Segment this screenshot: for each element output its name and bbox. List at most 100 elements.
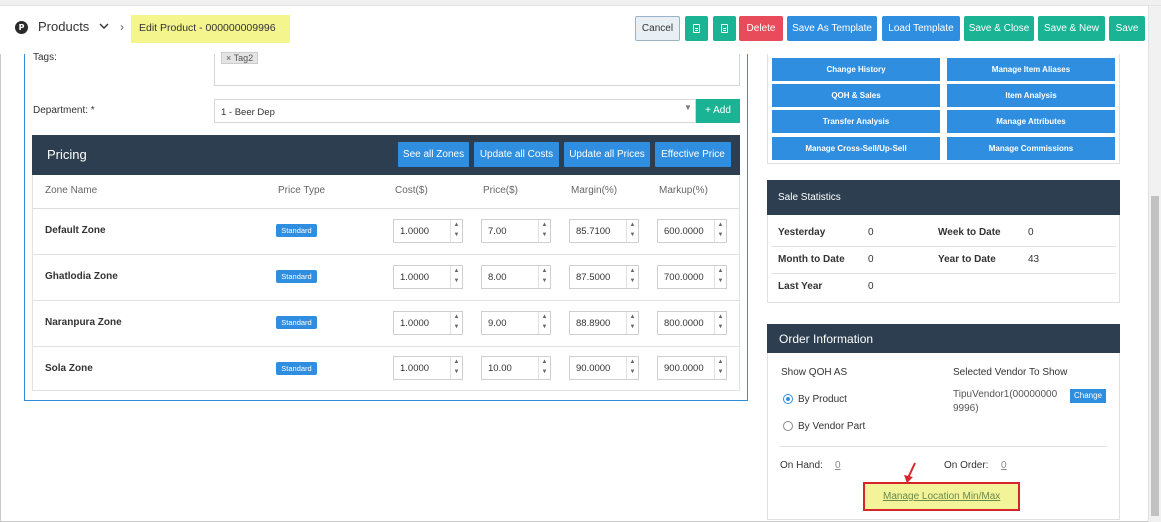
chevron-down-icon[interactable] — [99, 21, 109, 33]
pricing-title: Pricing — [47, 147, 87, 162]
by-product-radio[interactable] — [783, 394, 793, 404]
margin-input[interactable]: 90.0000 ▲ ▼ — [569, 356, 639, 380]
document-button[interactable] — [713, 16, 736, 41]
sale-statistics-title: Sale Statistics — [778, 192, 841, 203]
markup-value: 600.0000 — [664, 226, 704, 237]
price-input[interactable]: 9.00 ▲ ▼ — [481, 311, 551, 335]
divider — [779, 446, 1107, 447]
module-title[interactable]: Products — [38, 19, 89, 34]
order-information-title: Order Information — [779, 332, 874, 346]
yesterday-label: Yesterday — [778, 227, 826, 238]
document-icon — [693, 24, 700, 33]
department-select[interactable] — [214, 99, 696, 123]
spinner-icon[interactable]: ▲ ▼ — [450, 220, 462, 242]
scrollbar-thumb[interactable] — [1151, 196, 1159, 516]
spinner-icon[interactable]: ▲ ▼ — [714, 357, 726, 379]
vendor-name-line2: 9996) — [953, 403, 979, 414]
margin-input[interactable]: 88.8900 ▲ ▼ — [569, 311, 639, 335]
manage-location-min-max-link[interactable]: Manage Location Min/Max — [883, 491, 1000, 502]
markup-input[interactable]: 600.0000 ▲ ▼ — [657, 219, 727, 243]
manage-item-aliases-button[interactable]: Manage Item Aliases — [947, 58, 1115, 81]
cost-input[interactable]: 1.0000 ▲ ▼ — [393, 219, 463, 243]
price-type-badge: Standard — [276, 362, 317, 375]
save-button[interactable]: Save — [1109, 16, 1145, 41]
yesterday-value: 0 — [868, 227, 874, 238]
caret-down-icon[interactable]: ▼ — [684, 103, 692, 112]
spinner-icon[interactable]: ▲ ▼ — [538, 220, 550, 242]
by-vendor-part-label: By Vendor Part — [798, 421, 866, 432]
update-all-prices-button[interactable]: Update all Prices — [564, 142, 650, 167]
cost-value: 1.0000 — [400, 363, 430, 374]
see-all-zones-button[interactable]: See all Zones — [398, 142, 469, 167]
selected-vendor-label: Selected Vendor To Show — [953, 367, 1068, 378]
spinner-icon[interactable]: ▲ ▼ — [538, 312, 550, 334]
cost-value: 1.0000 — [400, 226, 430, 237]
spinner-icon[interactable]: ▲ ▼ — [450, 266, 462, 288]
item-analysis-button[interactable]: Item Analysis — [947, 84, 1115, 107]
cost-value: 1.0000 — [400, 272, 430, 283]
price-value: 10.00 — [488, 363, 512, 374]
save-as-template-button[interactable]: Save As Template — [787, 16, 877, 41]
spinner-icon[interactable]: ▲ ▼ — [538, 357, 550, 379]
spinner-icon[interactable]: ▲ ▼ — [714, 266, 726, 288]
pricing-table-header — [32, 175, 740, 209]
save-close-button[interactable]: Save & Close — [964, 16, 1034, 41]
spinner-icon[interactable]: ▲ ▼ — [626, 357, 638, 379]
cost-input[interactable]: 1.0000 ▲ ▼ — [393, 265, 463, 289]
qoh-sales-button[interactable]: QOH & Sales — [772, 84, 940, 107]
markup-value: 700.0000 — [664, 272, 704, 283]
manage-cross-sell-button[interactable]: Manage Cross-Sell/Up-Sell — [772, 137, 940, 160]
change-history-button[interactable]: Change History — [772, 58, 940, 81]
on-hand-label: On Hand: — [780, 460, 823, 471]
effective-price-button[interactable]: Effective Price — [655, 142, 731, 167]
cost-input[interactable]: 1.0000 ▲ ▼ — [393, 311, 463, 335]
on-order-link[interactable]: 0 — [1001, 460, 1007, 471]
spinner-icon[interactable]: ▲ ▼ — [626, 266, 638, 288]
by-vendor-part-radio[interactable] — [783, 421, 793, 431]
col-cost: Cost($) — [395, 185, 428, 196]
document-icon — [721, 24, 728, 33]
delete-button[interactable]: Delete — [739, 16, 783, 41]
add-department-button[interactable]: + Add — [696, 99, 740, 123]
year-to-date-value: 43 — [1028, 254, 1040, 265]
markup-input[interactable]: 800.0000 ▲ ▼ — [657, 311, 727, 335]
price-value: 8.00 — [488, 272, 507, 283]
on-hand-link[interactable]: 0 — [835, 460, 841, 471]
margin-input[interactable]: 85.7100 ▲ ▼ — [569, 219, 639, 243]
spinner-icon[interactable]: ▲ ▼ — [626, 312, 638, 334]
price-input[interactable]: 7.00 ▲ ▼ — [481, 219, 551, 243]
margin-value: 90.0000 — [576, 363, 611, 374]
tags-input[interactable] — [214, 54, 740, 86]
update-all-costs-button[interactable]: Update all Costs — [474, 142, 559, 167]
tag-chip[interactable]: × Tag2 — [221, 52, 259, 64]
show-qoh-label: Show QOH AS — [781, 367, 848, 378]
vertical-scrollbar[interactable] — [1148, 6, 1161, 522]
spinner-icon[interactable]: ▲ ▼ — [714, 312, 726, 334]
cost-input[interactable]: 1.0000 ▲ ▼ — [393, 356, 463, 380]
col-price: Price($) — [483, 185, 519, 196]
price-type-badge: Standard — [276, 270, 317, 283]
manage-commissions-button[interactable]: Manage Commissions — [947, 137, 1115, 160]
cancel-button[interactable]: Cancel — [635, 16, 680, 41]
month-to-date-value: 0 — [868, 254, 874, 265]
price-input[interactable]: 8.00 ▲ ▼ — [481, 265, 551, 289]
load-template-button[interactable]: Load Template — [882, 16, 960, 41]
breadcrumb: Edit Product - 000000009996 — [139, 22, 276, 34]
vendor-name-line1: TipuVendor1(00000000 — [953, 389, 1058, 400]
col-zone-name: Zone Name — [45, 185, 98, 196]
spinner-icon[interactable]: ▲ ▼ — [626, 220, 638, 242]
spinner-icon[interactable]: ▲ ▼ — [714, 220, 726, 242]
change-vendor-button[interactable]: Change — [1070, 389, 1106, 403]
save-new-button[interactable]: Save & New — [1038, 16, 1105, 41]
transfer-analysis-button[interactable]: Transfer Analysis — [772, 110, 940, 133]
spinner-icon[interactable]: ▲ ▼ — [538, 266, 550, 288]
markup-input[interactable]: 900.0000 ▲ ▼ — [657, 356, 727, 380]
price-input[interactable]: 10.00 ▲ ▼ — [481, 356, 551, 380]
by-product-label: By Product — [798, 394, 847, 405]
spinner-icon[interactable]: ▲ ▼ — [450, 357, 462, 379]
markup-input[interactable]: 700.0000 ▲ ▼ — [657, 265, 727, 289]
margin-input[interactable]: 87.5000 ▲ ▼ — [569, 265, 639, 289]
document-button[interactable] — [685, 16, 708, 41]
spinner-icon[interactable]: ▲ ▼ — [450, 312, 462, 334]
manage-attributes-button[interactable]: Manage Attributes — [947, 110, 1115, 133]
